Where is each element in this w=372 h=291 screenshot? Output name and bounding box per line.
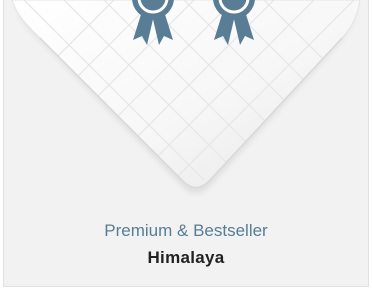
duvet-image[interactable] bbox=[4, 0, 369, 205]
product-info: Premium & Bestseller Himalaya bbox=[4, 220, 368, 269]
product-subtitle: Premium & Bestseller bbox=[104, 221, 268, 240]
product-title[interactable]: Himalaya bbox=[4, 247, 368, 269]
award-badge-icon bbox=[132, 0, 174, 45]
product-card[interactable]: Premium & Bestseller Himalaya bbox=[3, 0, 369, 287]
award-badge-icon bbox=[213, 0, 255, 45]
